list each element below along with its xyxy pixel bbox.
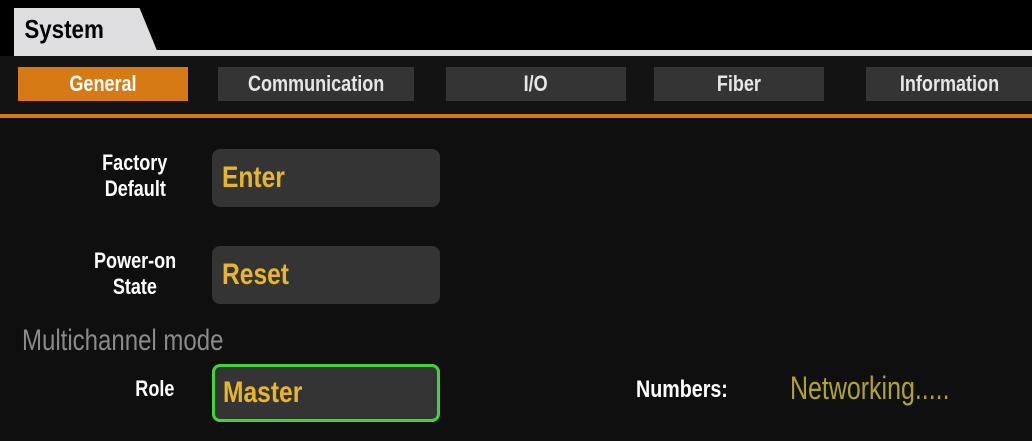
page-title: System bbox=[14, 8, 157, 50]
tab-information[interactable]: Information bbox=[866, 67, 1032, 101]
tab-general[interactable]: General bbox=[18, 67, 188, 101]
tab-io[interactable]: I/O bbox=[446, 67, 626, 101]
top-bar: System bbox=[0, 0, 1032, 50]
numbers-status: Networking..... bbox=[790, 370, 950, 406]
role-label: Role bbox=[135, 376, 175, 401]
general-panel: Factory Default Enter Power-on State Res… bbox=[0, 118, 1032, 441]
factory-default-label: Factory Default bbox=[102, 150, 168, 201]
tab-bar: General Communication I/O Fiber Informat… bbox=[0, 56, 1032, 114]
factory-default-button[interactable]: Enter bbox=[212, 149, 440, 207]
numbers-label: Numbers: bbox=[636, 376, 728, 403]
tab-communication[interactable]: Communication bbox=[218, 67, 414, 101]
power-on-state-label: Power-on State bbox=[93, 248, 177, 299]
multichannel-mode-heading: Multichannel mode bbox=[22, 324, 224, 357]
tab-fiber[interactable]: Fiber bbox=[654, 67, 824, 101]
power-on-state-button[interactable]: Reset bbox=[212, 246, 440, 304]
role-selector[interactable]: Master bbox=[212, 364, 440, 422]
